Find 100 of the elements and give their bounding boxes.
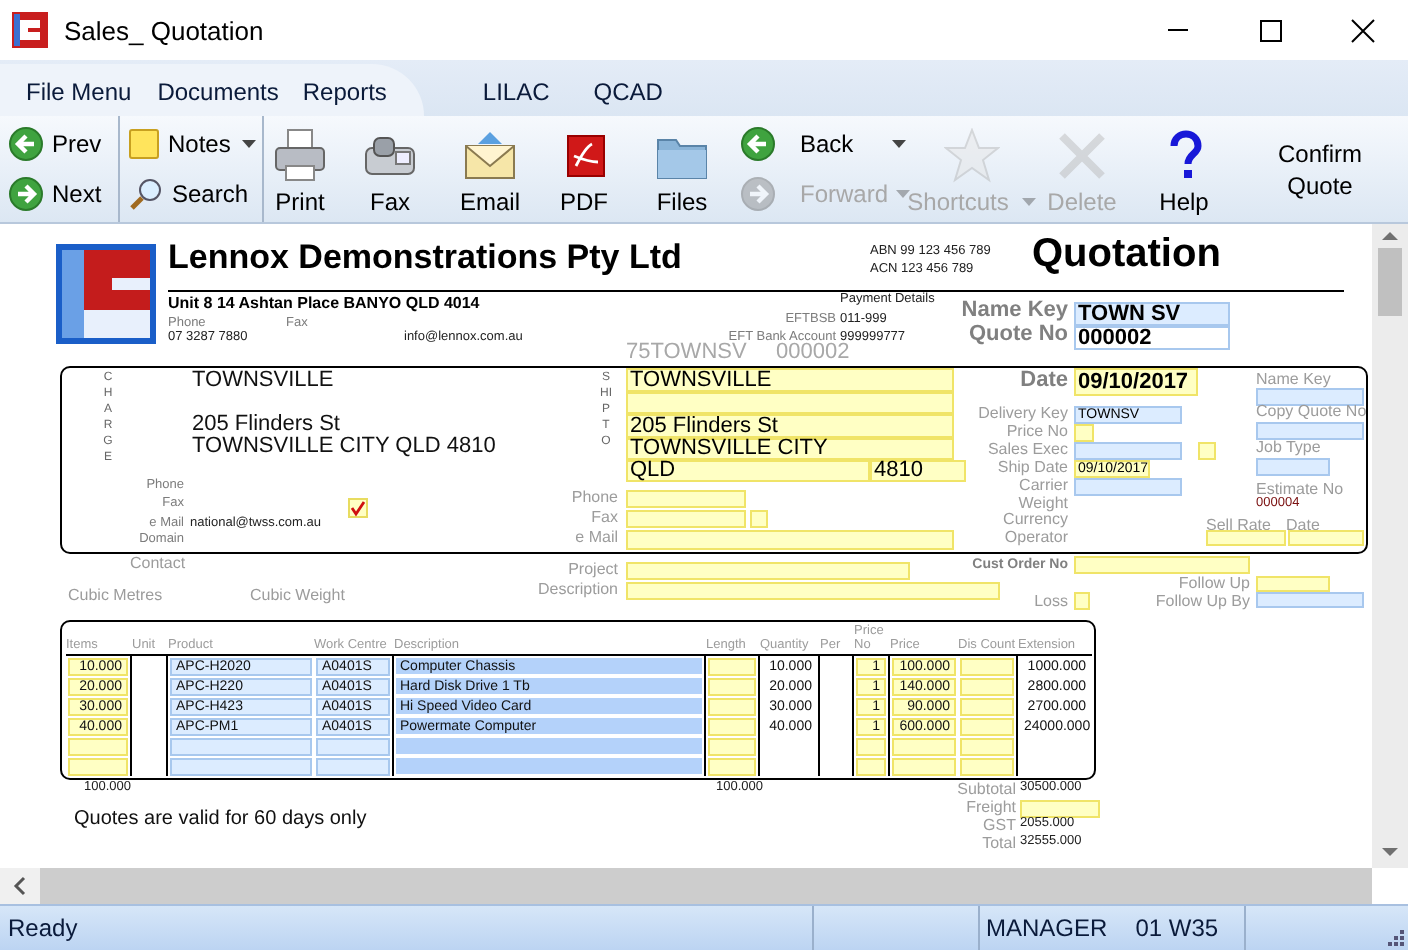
terms-note: Quotes are valid for 60 days only — [74, 810, 367, 830]
input-field[interactable]: 4810 — [870, 460, 966, 482]
input-field[interactable] — [1074, 556, 1250, 574]
table-cell — [316, 758, 390, 776]
field-label: Sales Exec — [987, 442, 1068, 458]
menu-tab[interactable]: File Menu — [14, 70, 144, 106]
menu-tab[interactable]: Documents — [145, 70, 291, 106]
toolbar-button[interactable]: Back — [740, 120, 912, 169]
input-field[interactable]: TOWNSVILLE — [626, 368, 954, 392]
caret-icon — [892, 140, 906, 149]
company-address: Unit 8 14 Ashtan Place BANYO QLD 4014 — [168, 296, 480, 312]
field-label: Cubic Metres — [68, 588, 163, 604]
input-field[interactable]: 000002 — [1074, 326, 1230, 350]
company-name: Lennox Demonstrations Pty Ltd — [168, 240, 682, 274]
menu-tab[interactable]: LILAC — [470, 70, 562, 106]
input-field[interactable] — [626, 490, 746, 508]
field-label: Delivery Key — [978, 406, 1068, 422]
table-cell — [708, 738, 756, 756]
field-label: Follow Up By — [1155, 594, 1250, 610]
field-label: Estimate No — [1256, 482, 1344, 498]
input-field[interactable] — [1074, 424, 1094, 442]
document-title: Quotation — [1032, 234, 1221, 274]
table-cell — [856, 758, 886, 776]
table-cell — [960, 698, 1014, 716]
logo-icon — [12, 12, 48, 48]
field-label: Project — [568, 562, 618, 578]
table-cell — [708, 658, 756, 676]
input-field[interactable]: QLD — [626, 460, 870, 482]
address-line: 205 Flinders St — [192, 414, 340, 436]
field-label: Weight — [1018, 496, 1068, 512]
input-field[interactable] — [1288, 530, 1364, 546]
toolbar-button[interactable]: Search — [128, 169, 262, 218]
input-field[interactable] — [626, 562, 910, 580]
toolbar-button[interactable]: Help — [1132, 116, 1236, 222]
table-cell — [892, 738, 956, 756]
field-label: Currency — [1003, 512, 1068, 528]
input-field[interactable] — [626, 582, 1000, 600]
field-label: Operator — [1004, 530, 1068, 546]
menu-tab[interactable]: QCAD — [581, 70, 675, 106]
table-cell — [68, 758, 128, 776]
input-field[interactable] — [1256, 592, 1364, 608]
window-title: Sales_ Quotation — [64, 15, 264, 45]
input-field[interactable] — [626, 392, 954, 414]
table-cell — [960, 658, 1014, 676]
table-cell — [708, 678, 756, 696]
close-icon — [1349, 17, 1375, 43]
company-logo — [56, 244, 156, 344]
field-label: Name Key — [1256, 372, 1331, 388]
table-cell — [170, 758, 312, 776]
table-cell — [708, 698, 756, 716]
envelope-icon — [462, 128, 518, 184]
toolbar-button[interactable]: Prev — [8, 120, 118, 169]
table-cell — [708, 718, 756, 736]
table-cell — [960, 678, 1014, 696]
toolbar-button[interactable]: Email — [444, 116, 536, 222]
field-label: Contact — [130, 556, 186, 572]
checkbox[interactable] — [348, 498, 368, 518]
input-field[interactable] — [750, 510, 768, 528]
input-field[interactable]: 205 Flinders St — [626, 414, 954, 438]
field-label: Date — [1020, 370, 1068, 392]
user-name: MANAGER — [986, 914, 1108, 942]
input-field[interactable]: TOWNSVILLE CITY — [626, 438, 954, 460]
input-field[interactable] — [626, 510, 746, 528]
input-field[interactable] — [1256, 458, 1330, 476]
input-field[interactable] — [1074, 442, 1182, 460]
field-label: Price No — [1006, 424, 1068, 440]
input-field[interactable] — [1198, 442, 1216, 460]
reference-text: 000002 — [776, 342, 850, 364]
caret-icon — [896, 189, 911, 198]
toolbar-button[interactable]: Notes — [128, 120, 262, 169]
input-field[interactable] — [1206, 530, 1286, 546]
input-field[interactable] — [626, 530, 954, 550]
resize-grip-icon — [1384, 926, 1404, 946]
toolbar-button[interactable]: Files — [632, 116, 732, 222]
input-field[interactable]: TOWN SV — [1074, 302, 1230, 326]
table-cell — [960, 738, 1014, 756]
period-label: 01 W35 — [1135, 914, 1219, 942]
input-field[interactable] — [1074, 592, 1090, 610]
input-field[interactable] — [1256, 576, 1330, 592]
maximize-icon — [1257, 17, 1283, 43]
caret-icon — [1022, 198, 1037, 206]
input-field[interactable] — [1256, 422, 1364, 440]
toolbar-button[interactable]: Fax — [336, 116, 444, 222]
input-field[interactable]: 09/10/2017 — [1074, 368, 1198, 396]
field-label: Fax — [591, 510, 618, 526]
toolbar-button[interactable]: Next — [8, 169, 118, 218]
field-label: Subtotal — [957, 782, 1016, 798]
toolbar-button[interactable]: Print — [264, 116, 336, 222]
field-label: Name Key — [961, 300, 1068, 322]
field-label: Total — [982, 836, 1016, 852]
address-line: TOWNSVILLE — [192, 370, 334, 392]
menu-tab[interactable]: Reports — [290, 70, 399, 106]
field-label: Date — [1286, 518, 1320, 534]
toolbar-button[interactable]: PDF — [536, 116, 632, 222]
input-field[interactable] — [1020, 800, 1100, 818]
input-field[interactable] — [1074, 478, 1182, 496]
table-cell — [170, 738, 312, 756]
confirm-quote-button[interactable]: Confirm Quote — [1236, 116, 1404, 222]
field-label: Loss — [1034, 594, 1068, 610]
input-field[interactable] — [1256, 388, 1364, 406]
